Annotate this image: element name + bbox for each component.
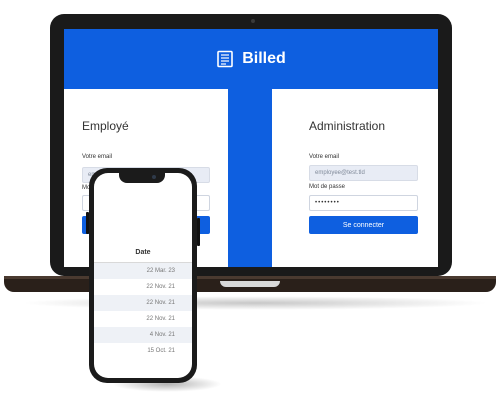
bill-row[interactable]: 22 Nov. 21	[94, 311, 192, 327]
admin-email-field[interactable]: employee@test.tld	[309, 165, 418, 181]
bill-row[interactable]: 15 Oct. 21	[94, 343, 192, 359]
employee-title: Employé	[82, 119, 129, 133]
admin-login-card: Administration Votre email employee@test…	[272, 89, 438, 267]
phone-screen: Date 22 Mar. 23 22 Nov. 21 22 Nov. 21 22…	[94, 173, 192, 378]
bill-row[interactable]: 4 Nov. 21	[94, 327, 192, 343]
laptop-notch	[220, 281, 280, 287]
front-camera-icon	[152, 175, 156, 179]
bill-row[interactable]: 22 Mar. 23	[94, 263, 192, 279]
phone-side-button	[197, 218, 200, 246]
admin-password-field[interactable]: ••••••••	[309, 195, 418, 211]
admin-password-label: Mot de passe	[309, 184, 346, 190]
phone-side-button	[86, 212, 89, 234]
bill-row[interactable]: 22 Nov. 21	[94, 279, 192, 295]
center-divider-band	[228, 89, 272, 267]
webcam-icon	[251, 19, 255, 23]
brand-title: Billed	[242, 50, 286, 67]
employee-email-label: Votre email	[82, 154, 113, 160]
bill-icon	[217, 50, 234, 68]
phone-notch	[119, 173, 165, 183]
brand: Billed	[64, 46, 438, 72]
bill-row[interactable]: 22 Nov. 21	[94, 295, 192, 311]
date-column-header: Date	[135, 249, 151, 256]
laptop-base-edge	[4, 276, 496, 279]
admin-login-button[interactable]: Se connecter	[309, 216, 418, 234]
admin-title: Administration	[309, 119, 386, 133]
admin-email-label: Votre email	[309, 154, 340, 160]
